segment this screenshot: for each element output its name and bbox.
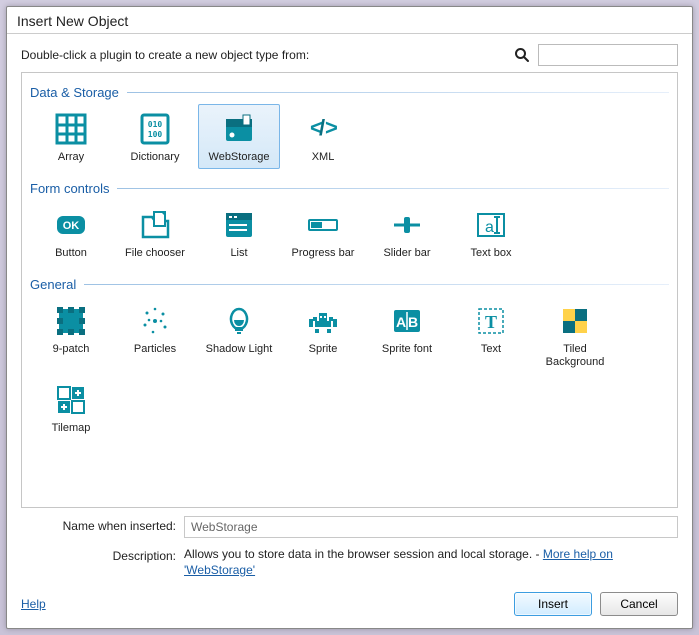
plugin-item-webstorage[interactable]: WebStorage [198, 104, 280, 169]
bottom-panel: Name when inserted: Description: Allows … [21, 508, 678, 578]
help-link[interactable]: Help [21, 597, 46, 611]
plugin-list[interactable]: Data & Storage Array Dictionary WebStorage X… [22, 73, 677, 507]
progressbar-icon [285, 207, 361, 243]
plugin-item-sprite[interactable]: Sprite [282, 296, 364, 373]
button-icon [33, 207, 109, 243]
plugin-item-text[interactable]: Text [450, 296, 532, 373]
list-icon [201, 207, 277, 243]
dialog-footer: Help Insert Cancel [7, 586, 692, 628]
plugin-item-spritefont[interactable]: Sprite font [366, 296, 448, 373]
plugin-label: Particles [117, 343, 193, 356]
sliderbar-icon [369, 207, 445, 243]
plugin-label: WebStorage [201, 151, 277, 164]
filechooser-icon [117, 207, 193, 243]
plugin-label: Tilemap [33, 422, 109, 435]
group-header: Data & Storage [30, 85, 669, 100]
tiledbg-icon [537, 303, 613, 339]
plugin-item-shadowlight[interactable]: Shadow Light [198, 296, 280, 373]
plugin-label: Text box [453, 247, 529, 260]
plugin-item-textbox[interactable]: Text box [450, 200, 532, 265]
plugin-item-filechooser[interactable]: File chooser [114, 200, 196, 265]
group-title: General [30, 277, 76, 292]
plugin-label: Sprite font [369, 343, 445, 356]
plugin-item-tilemap[interactable]: Tilemap [30, 375, 112, 440]
description-label: Description: [21, 546, 176, 563]
plugin-item-sliderbar[interactable]: Slider bar [366, 200, 448, 265]
group-items: Button File chooser List Progress bar Slider… [30, 200, 669, 265]
ninepatch-icon [33, 303, 109, 339]
spritefont-icon [369, 303, 445, 339]
plugin-label: XML [285, 151, 361, 164]
group-items: 9-patch Particles Shadow Light Sprite Sprite… [30, 296, 669, 440]
group-title: Form controls [30, 181, 109, 196]
group-items: Array Dictionary WebStorage XML [30, 104, 669, 169]
plugin-label-2: Background [537, 356, 613, 368]
plugin-item-tiledbg[interactable]: TiledBackground [534, 296, 616, 373]
plugin-label: Dictionary [117, 151, 193, 164]
plugin-label: Sprite [285, 343, 361, 356]
plugin-label: Button [33, 247, 109, 260]
plugin-label: Slider bar [369, 247, 445, 260]
plugin-item-ninepatch[interactable]: 9-patch [30, 296, 112, 373]
instruction-label: Double-click a plugin to create a new ob… [21, 48, 506, 62]
name-input[interactable] [184, 516, 678, 538]
plugin-item-array[interactable]: Array [30, 104, 112, 169]
top-row: Double-click a plugin to create a new ob… [21, 44, 678, 66]
plugin-item-progressbar[interactable]: Progress bar [282, 200, 364, 265]
dialog-window: Insert New Object Double-click a plugin … [6, 6, 693, 629]
plugin-item-button[interactable]: Button [30, 200, 112, 265]
plugin-label: Tiled [537, 343, 613, 356]
insert-button[interactable]: Insert [514, 592, 592, 616]
window-title: Insert New Object [7, 7, 692, 34]
description-body: Allows you to store data in the browser … [184, 547, 543, 561]
xml-icon [285, 111, 361, 147]
plugin-label: List [201, 247, 277, 260]
group-title: Data & Storage [30, 85, 119, 100]
search-icon [514, 47, 530, 63]
tilemap-icon [33, 382, 109, 418]
search-input[interactable] [538, 44, 678, 66]
webstorage-icon [201, 111, 277, 147]
group-header: General [30, 277, 669, 292]
plugin-label: Text [453, 343, 529, 356]
group-header: Form controls [30, 181, 669, 196]
plugin-label: Shadow Light [201, 343, 277, 356]
name-field-label: Name when inserted: [21, 516, 176, 533]
plugin-item-dictionary[interactable]: Dictionary [114, 104, 196, 169]
plugin-item-xml[interactable]: XML [282, 104, 364, 169]
plugin-list-frame: Data & Storage Array Dictionary WebStorage X… [21, 72, 678, 508]
plugin-item-list[interactable]: List [198, 200, 280, 265]
cancel-button[interactable]: Cancel [600, 592, 678, 616]
shadowlight-icon [201, 303, 277, 339]
plugin-label: Array [33, 151, 109, 164]
plugin-label: 9-patch [33, 343, 109, 356]
plugin-label: Progress bar [285, 247, 361, 260]
textbox-icon [453, 207, 529, 243]
particles-icon [117, 303, 193, 339]
sprite-icon [285, 303, 361, 339]
array-icon [33, 111, 109, 147]
dialog-content: Double-click a plugin to create a new ob… [7, 34, 692, 586]
plugin-label: File chooser [117, 247, 193, 260]
plugin-item-particles[interactable]: Particles [114, 296, 196, 373]
description-text: Allows you to store data in the browser … [184, 546, 678, 578]
text-icon [453, 303, 529, 339]
dictionary-icon [117, 111, 193, 147]
